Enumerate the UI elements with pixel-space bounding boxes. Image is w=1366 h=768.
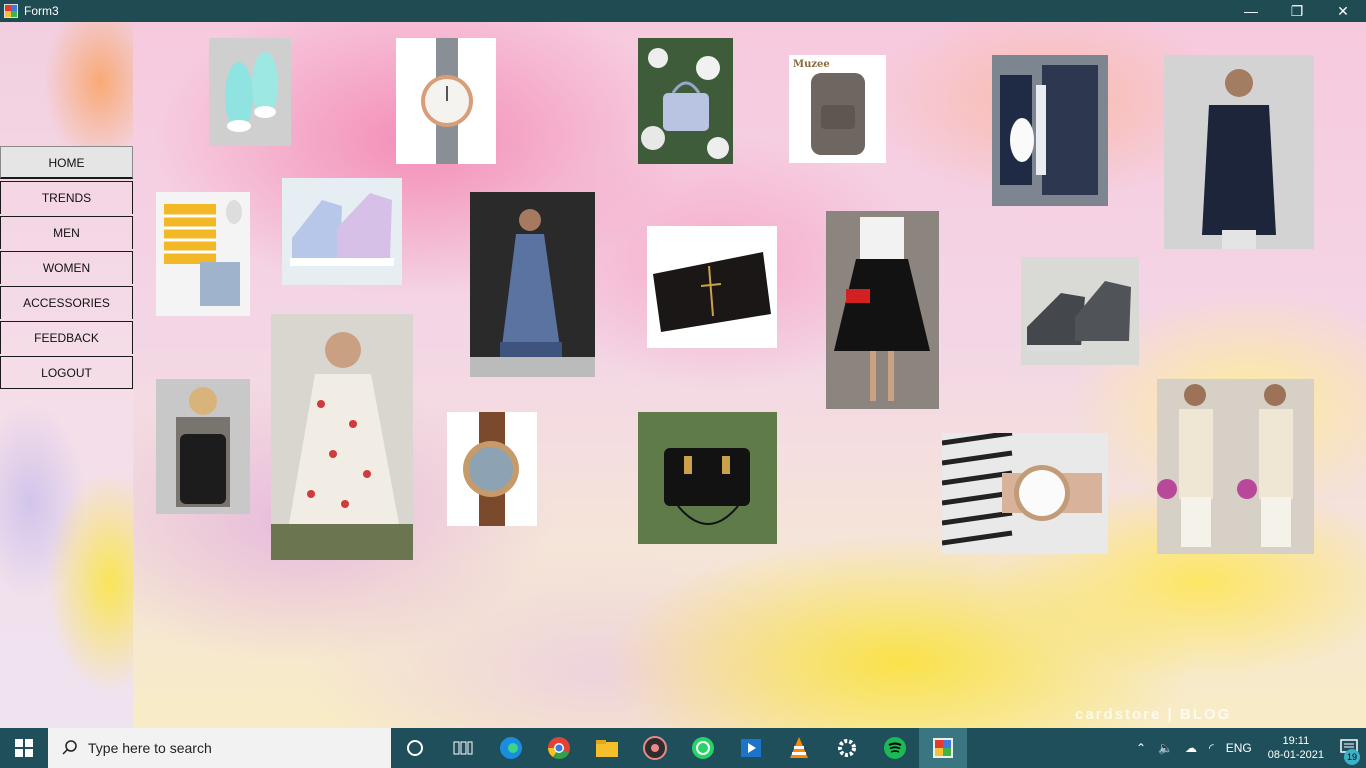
product-image-gold-watch[interactable]: [447, 412, 537, 526]
spotify-icon[interactable]: [871, 728, 919, 768]
title-bar: Form3 — ❐ ✕: [0, 0, 1366, 22]
media-player-icon[interactable]: [727, 728, 775, 768]
product-image-blue-gown[interactable]: [470, 192, 595, 377]
edge-icon[interactable]: [487, 728, 535, 768]
taskbar-search-box[interactable]: Type here to search: [48, 728, 391, 768]
close-button[interactable]: ✕: [1320, 0, 1366, 22]
vlc-icon[interactable]: [775, 728, 823, 768]
nav-women-button[interactable]: WOMEN: [0, 251, 133, 284]
clock-date: 08-01-2021: [1267, 749, 1324, 761]
product-image-black-rucksack[interactable]: [156, 379, 250, 514]
task-view-icon[interactable]: [439, 728, 487, 768]
product-image-gray-sneakers[interactable]: [1021, 257, 1139, 365]
product-image-leather-satchel[interactable]: [638, 412, 777, 544]
form-app-icon[interactable]: [919, 728, 967, 768]
product-image-white-kurtas[interactable]: [1157, 379, 1314, 554]
nav-men-button[interactable]: MEN: [0, 216, 133, 249]
product-image-rose-gold-watch[interactable]: [942, 433, 1108, 554]
nav-home-button[interactable]: HOME: [0, 146, 133, 179]
nav-logout-button[interactable]: LOGOUT: [0, 356, 133, 389]
minimize-button[interactable]: —: [1228, 0, 1274, 22]
notification-count-badge: 19: [1344, 748, 1360, 765]
sidebar-nav: HOME TRENDS MEN WOMEN ACCESSORIES FEEDBA…: [0, 146, 133, 391]
product-image-gray-watch[interactable]: [396, 38, 496, 164]
restore-button[interactable]: ❐: [1274, 0, 1320, 22]
product-image-denim-outfit[interactable]: [992, 55, 1108, 206]
system-tray: ⌃ 🔈 ☁ ◜ ENG 19:11 08-01-2021 19: [1130, 734, 1366, 765]
window-title: Form3: [24, 4, 59, 18]
search-placeholder: Type here to search: [88, 740, 212, 756]
nav-feedback-button[interactable]: FEEDBACK: [0, 321, 133, 354]
chevron-up-icon[interactable]: ⌃: [1136, 741, 1146, 755]
file-explorer-icon[interactable]: [583, 728, 631, 768]
search-icon: [62, 739, 78, 758]
product-image-navy-kurta[interactable]: [1164, 55, 1314, 249]
language-indicator[interactable]: ENG: [1226, 741, 1252, 755]
product-image-black-clutch[interactable]: [647, 226, 777, 348]
nav-accessories-button[interactable]: ACCESSORIES: [0, 286, 133, 319]
app-icon: [4, 4, 18, 18]
onedrive-cloud-icon[interactable]: ☁: [1185, 741, 1197, 755]
product-image-mint-sneakers[interactable]: [209, 38, 291, 146]
clock-time: 19:11: [1282, 735, 1310, 747]
windows-logo-icon: [15, 739, 33, 757]
product-image-gray-backpack[interactable]: Muzee: [789, 55, 886, 163]
whatsapp-icon[interactable]: [679, 728, 727, 768]
product-image-black-skirt[interactable]: [826, 211, 939, 409]
product-image-yellow-stripe-top[interactable]: [156, 192, 250, 316]
music-app-icon[interactable]: [631, 728, 679, 768]
background-watermark: cardstore | BLOG: [1075, 706, 1232, 723]
nav-trends-button[interactable]: TRENDS: [0, 181, 133, 214]
product-image-lilac-handbag[interactable]: [638, 38, 733, 164]
settings-icon[interactable]: [823, 728, 871, 768]
volume-icon[interactable]: 🔈: [1158, 741, 1173, 755]
notification-center-icon[interactable]: 19: [1340, 738, 1360, 765]
product-image-floral-dress[interactable]: [271, 314, 413, 560]
chrome-icon[interactable]: [535, 728, 583, 768]
wifi-icon[interactable]: ◜: [1209, 741, 1214, 755]
cortana-icon[interactable]: [391, 728, 439, 768]
backpack-brand-label: Muzee: [793, 59, 830, 70]
product-image-pastel-hightops[interactable]: [282, 178, 402, 285]
windows-start-button[interactable]: [0, 728, 48, 768]
app-window: Form3 — ❐ ✕ HOME TRENDS MEN WOMEN ACCESS…: [0, 0, 1366, 728]
clock[interactable]: 19:11 08-01-2021: [1268, 734, 1324, 762]
taskbar: Type here to search ⌃ 🔈 ☁ ◜ ENG 19:11 08…: [0, 728, 1366, 768]
